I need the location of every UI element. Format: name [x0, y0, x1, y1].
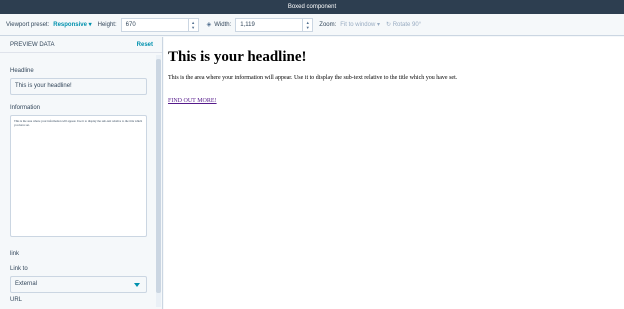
width-input[interactable]: 1,119 ▲ ▼ [235, 17, 314, 32]
chevron-down-icon: ▾ [88, 22, 92, 28]
height-stepper[interactable]: ▲ ▼ [187, 18, 198, 31]
preview-data-sidebar: PREVIEW DATA Reset Headline This is your… [0, 37, 163, 309]
headline-input[interactable]: This is your headline! [10, 78, 147, 95]
find-out-more-link[interactable]: FIND OUT MORE! [168, 98, 217, 104]
caret-down-icon [134, 283, 140, 287]
sidebar-scrollbar[interactable] [156, 55, 161, 307]
headline-label: Headline [10, 68, 34, 74]
sidebar-title: PREVIEW DATA [10, 41, 55, 48]
width-stepper[interactable]: ▲ ▼ [302, 18, 312, 31]
link-to-select[interactable]: External [10, 276, 147, 293]
height-input[interactable]: 670 ▲ ▼ [120, 17, 199, 32]
height-value: 670 [125, 21, 136, 28]
reset-button[interactable]: Reset [137, 42, 153, 48]
width-label: Width: [214, 21, 232, 28]
main-area: PREVIEW DATA Reset Headline This is your… [0, 37, 624, 309]
height-label: Height: [97, 21, 117, 28]
zoom-value: Fit to window [340, 22, 376, 28]
scrollbar-thumb[interactable] [156, 59, 161, 293]
zoom-label: Zoom: [319, 21, 337, 28]
link-to-value: External [15, 281, 38, 287]
viewport-label: Viewport preset: [6, 21, 50, 28]
width-value: 1,119 [240, 21, 255, 28]
link-section-label: link [10, 251, 20, 257]
lock-ratio-icon[interactable]: ◈ [207, 21, 212, 28]
rotate-label: Rotate 90° [392, 22, 422, 28]
information-label: Information [10, 105, 41, 111]
chevron-down-icon[interactable]: ▼ [306, 25, 310, 30]
zoom-dropdown[interactable]: Fit to window ▾ [340, 21, 380, 28]
viewport-dropdown[interactable]: Responsive ▾ [53, 21, 91, 28]
preview-headline: This is your headline! [168, 49, 307, 65]
chevron-down-icon[interactable]: ▼ [191, 25, 195, 30]
window-title: Boxed component [0, 0, 624, 14]
preview-pane: This is your headline! This is the area … [164, 37, 624, 309]
rotate-icon: ↻ [386, 22, 392, 28]
preview-body: This is the area where your information … [168, 75, 458, 81]
preview-toolbar: Viewport preset: Responsive ▾ Height: 67… [0, 14, 624, 36]
url-label: URL [10, 297, 23, 303]
sidebar-header: PREVIEW DATA Reset [0, 37, 162, 53]
rotate-button[interactable]: ↻ Rotate 90° [386, 21, 421, 28]
viewport-value: Responsive [53, 22, 87, 28]
chevron-down-icon: ▾ [376, 22, 380, 28]
link-to-label: Link to [10, 266, 28, 272]
information-textarea[interactable]: This is the area where your information … [10, 115, 147, 237]
